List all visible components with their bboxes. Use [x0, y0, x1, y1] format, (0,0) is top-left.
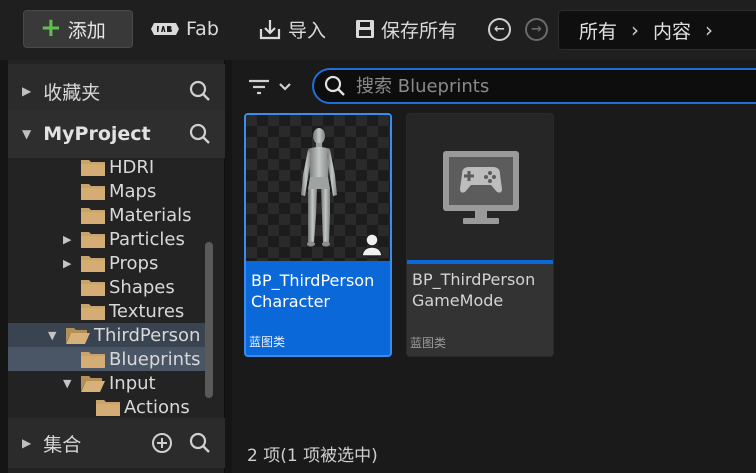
tree-item-shapes[interactable]: Shapes: [8, 275, 206, 299]
asset-name: BP_ThirdPerson Character: [251, 271, 375, 311]
tree-item-label: Maps: [109, 180, 157, 202]
search-icon[interactable]: [189, 432, 211, 454]
tree-item-label: Materials: [109, 204, 192, 226]
tree-item-blueprints[interactable]: Blueprints: [8, 347, 206, 371]
asset-thumbnail: [246, 115, 390, 261]
asset-type-label: 蓝图类: [249, 335, 286, 349]
project-title: MyProject: [43, 123, 151, 145]
fab-button-label: Fab: [186, 18, 219, 40]
forward-button[interactable]: →: [525, 18, 548, 41]
save-all-button[interactable]: 保存所有: [355, 10, 457, 48]
folder-tree: HDRI Maps Materials ▶ Particles ▶ Props Shapes T…: [8, 155, 216, 417]
import-button[interactable]: 导入: [258, 10, 326, 48]
save-all-label: 保存所有: [381, 19, 458, 42]
collapsed-arrow-icon[interactable]: ▶: [63, 257, 71, 270]
collapsed-arrow-icon: ▶: [22, 436, 32, 450]
status-bar-text: 2 项(1 项被选中): [247, 446, 378, 466]
favorites-title: 收藏夹: [43, 81, 101, 104]
tree-item-label: Actions: [124, 396, 190, 418]
asset-type-label: 蓝图类: [410, 336, 447, 350]
gamemode-monitor-icon: [443, 151, 519, 224]
fab-button[interactable]: Fab: [150, 10, 219, 48]
collapsed-arrow-icon[interactable]: ▶: [63, 233, 71, 246]
search-icon: [324, 75, 345, 96]
tree-scrollbar[interactable]: [205, 242, 213, 398]
breadcrumb-item-all[interactable]: 所有: [579, 17, 617, 44]
breadcrumb-item-content[interactable]: 内容: [653, 17, 691, 44]
expanded-arrow-icon[interactable]: ▼: [48, 329, 56, 342]
back-button[interactable]: ←: [488, 18, 511, 41]
add-button[interactable]: + 添加: [23, 10, 133, 48]
arrow-left-icon: ←: [494, 22, 505, 37]
save-icon: [356, 20, 374, 38]
import-icon: [259, 20, 281, 40]
add-button-label: 添加: [67, 19, 106, 42]
collapsed-arrow-icon: ▶: [22, 84, 32, 98]
collections-header[interactable]: ▶ 集合: [8, 418, 225, 468]
search-input[interactable]: [356, 75, 736, 97]
tree-item-hdri[interactable]: HDRI: [8, 155, 206, 179]
chevron-right-icon[interactable]: ›: [631, 18, 639, 42]
asset-card-character[interactable]: BP_ThirdPerson Character 蓝图类: [244, 113, 392, 357]
breadcrumb: 所有 › 内容 ›: [558, 10, 756, 50]
user-badge-icon: [361, 233, 383, 257]
fab-logo-icon: [151, 23, 179, 35]
tree-item-materials[interactable]: Materials: [8, 203, 206, 227]
asset-name: BP_ThirdPerson GameMode: [412, 270, 536, 310]
arrow-right-icon: →: [531, 22, 542, 37]
tree-item-label: ThirdPerson: [94, 324, 201, 346]
tree-item-particles[interactable]: ▶ Particles: [8, 227, 206, 251]
tree-item-label: Particles: [109, 228, 185, 250]
asset-card-gamemode[interactable]: BP_ThirdPerson GameMode 蓝图类: [406, 113, 554, 357]
asset-thumbnail: [407, 114, 553, 260]
tree-item-label: Shapes: [109, 276, 175, 298]
tree-item-label: Props: [109, 252, 159, 274]
plus-icon: +: [40, 12, 62, 43]
add-collection-icon[interactable]: [151, 432, 173, 454]
tree-item-textures[interactable]: Textures: [8, 299, 206, 323]
filter-button[interactable]: [248, 76, 292, 98]
tree-item-thirdperson[interactable]: ▼ ThirdPerson: [8, 323, 206, 347]
expanded-arrow-icon: ▼: [22, 127, 32, 141]
tree-item-label: Textures: [109, 300, 185, 322]
collections-title: 集合: [43, 433, 82, 456]
expanded-arrow-icon[interactable]: ▼: [63, 377, 71, 390]
search-icon[interactable]: [189, 80, 211, 102]
tree-item-props[interactable]: ▶ Props: [8, 251, 206, 275]
chevron-right-icon[interactable]: ›: [705, 18, 713, 42]
import-button-label: 导入: [288, 19, 327, 42]
tree-item-maps[interactable]: Maps: [8, 179, 206, 203]
asset-search[interactable]: [312, 68, 756, 104]
tree-item-actions[interactable]: Actions: [8, 395, 206, 417]
project-header[interactable]: ▼ MyProject: [8, 110, 225, 158]
tree-item-label: Blueprints: [109, 348, 201, 370]
filter-icon: [249, 79, 269, 95]
search-icon[interactable]: [189, 123, 211, 145]
asset-type-strip: [407, 260, 553, 264]
tree-item-label: Input: [109, 372, 156, 394]
chevron-down-icon: [279, 83, 291, 91]
tree-item-label: HDRI: [109, 156, 155, 178]
folder-icon: [95, 397, 121, 417]
tree-item-input[interactable]: ▼ Input: [8, 371, 206, 395]
